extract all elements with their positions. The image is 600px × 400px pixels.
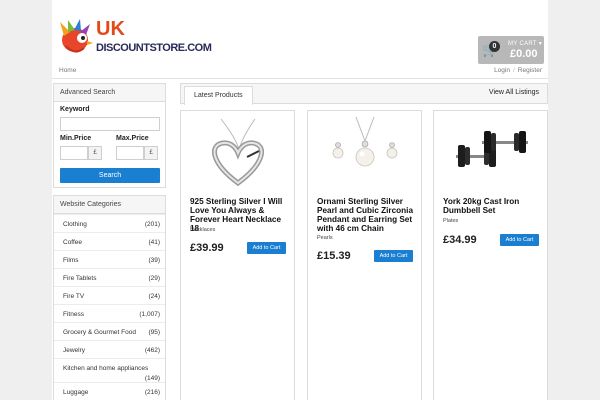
product-price: £34.99 bbox=[443, 234, 477, 246]
pearl-pendant-set-image[interactable] bbox=[308, 111, 421, 189]
min-price-currency: £ bbox=[88, 146, 102, 160]
account-links: Login / Register bbox=[494, 67, 542, 74]
category-count: (1,007) bbox=[139, 311, 160, 318]
categories-title: Website Categories bbox=[54, 196, 165, 214]
product-card[interactable]: York 20kg Cast Iron Dumbbell Set Plates … bbox=[433, 110, 548, 400]
category-count: (149) bbox=[144, 375, 160, 382]
category-count: (216) bbox=[144, 389, 160, 396]
add-to-cart-button[interactable]: Add to Cart bbox=[374, 250, 413, 262]
cart-amount: £0.00 bbox=[510, 48, 538, 60]
login-link[interactable]: Login bbox=[494, 67, 510, 74]
dumbbell-set-image[interactable] bbox=[434, 111, 547, 189]
keyword-input[interactable] bbox=[60, 117, 160, 131]
category-item[interactable]: Fitness (1,007) bbox=[54, 304, 165, 322]
bird-logo-icon bbox=[60, 19, 93, 53]
cart-count-badge: 0 bbox=[489, 41, 500, 52]
product-title[interactable]: York 20kg Cast Iron Dumbbell Set bbox=[443, 197, 543, 215]
category-name: Luggage bbox=[63, 389, 89, 396]
categories-panel: Website Categories Clothing (201) Coffee (… bbox=[53, 195, 166, 400]
category-name: Jewelry bbox=[63, 347, 86, 354]
category-item[interactable]: Grocery & Gourmet Food (95) bbox=[54, 322, 165, 340]
view-all-listings-link[interactable]: View All Listings bbox=[489, 89, 539, 96]
category-item[interactable]: Clothing (201) bbox=[54, 214, 165, 232]
category-item[interactable]: Films (39) bbox=[54, 250, 165, 268]
add-to-cart-button[interactable]: Add to Cart bbox=[247, 242, 286, 254]
category-count: (201) bbox=[144, 221, 160, 228]
max-price-label: Max.Price bbox=[116, 135, 149, 142]
category-item[interactable]: Fire TV (24) bbox=[54, 286, 165, 304]
page: UK DISCOUNTSTORE.COM 🛒 0 MY CART ▾ £0.00… bbox=[52, 0, 548, 400]
advanced-search-panel: Advanced Search Keyword Min.Price Max.Pr… bbox=[53, 83, 166, 188]
category-name: Grocery & Gourmet Food bbox=[63, 329, 136, 336]
category-name: Clothing bbox=[63, 221, 87, 228]
category-count: (462) bbox=[144, 347, 160, 354]
max-price-currency: £ bbox=[144, 146, 158, 160]
home-link[interactable]: Home bbox=[59, 67, 76, 74]
cart-button[interactable]: 🛒 0 MY CART ▾ £0.00 bbox=[478, 36, 544, 64]
product-price: £15.39 bbox=[317, 250, 351, 262]
max-price-input[interactable] bbox=[116, 146, 144, 160]
add-to-cart-button[interactable]: Add to Cart bbox=[500, 234, 539, 246]
keyword-label: Keyword bbox=[60, 106, 90, 113]
category-item[interactable]: Coffee (41) bbox=[54, 232, 165, 250]
min-price-input[interactable] bbox=[60, 146, 88, 160]
heart-necklace-image[interactable] bbox=[181, 111, 294, 189]
min-price-label: Min.Price bbox=[60, 135, 92, 142]
product-card[interactable]: 925 Sterling Silver I Will Love You Alwa… bbox=[180, 110, 295, 400]
category-item[interactable]: Jewelry (462) bbox=[54, 340, 165, 358]
product-price: £39.99 bbox=[190, 242, 224, 254]
category-count: (24) bbox=[148, 293, 160, 300]
category-name: Coffee bbox=[63, 239, 83, 246]
category-count: (29) bbox=[148, 275, 160, 282]
category-name: Kitchen and home appliances bbox=[63, 365, 149, 372]
product-category[interactable]: Plates bbox=[443, 218, 458, 224]
category-name: Fire TV bbox=[63, 293, 85, 300]
category-count: (41) bbox=[148, 239, 160, 246]
cart-label: MY CART ▾ bbox=[508, 41, 543, 47]
category-item[interactable]: Luggage (216) bbox=[54, 382, 165, 400]
logo-uk-text: UK bbox=[96, 18, 125, 40]
category-count: (39) bbox=[148, 257, 160, 264]
register-link[interactable]: Register bbox=[518, 67, 542, 74]
logo-store-text: DISCOUNTSTORE.COM bbox=[96, 42, 212, 54]
product-card[interactable]: Ornami Sterling Silver Pearl and Cubic Z… bbox=[307, 110, 422, 400]
search-button[interactable]: Search bbox=[60, 168, 160, 183]
category-count: (95) bbox=[148, 329, 160, 336]
site-logo[interactable]: UK DISCOUNTSTORE.COM bbox=[58, 16, 212, 62]
category-item[interactable]: Fire Tablets (29) bbox=[54, 268, 165, 286]
product-title[interactable]: Ornami Sterling Silver Pearl and Cubic Z… bbox=[317, 197, 417, 233]
tab-latest-products[interactable]: Latest Products bbox=[184, 86, 253, 105]
listings-tab-bar: Latest Products View All Listings bbox=[180, 83, 548, 105]
product-category[interactable]: Necklaces bbox=[190, 227, 215, 233]
product-category[interactable]: Pearls bbox=[317, 235, 333, 241]
category-name: Fitness bbox=[63, 311, 84, 318]
divider: / bbox=[512, 67, 515, 74]
advanced-search-title: Advanced Search bbox=[54, 84, 165, 102]
header-divider bbox=[52, 78, 548, 79]
category-name: Fire Tablets bbox=[63, 275, 97, 282]
category-name: Films bbox=[63, 257, 79, 264]
category-item[interactable]: Kitchen and home appliances (149) bbox=[54, 358, 165, 382]
